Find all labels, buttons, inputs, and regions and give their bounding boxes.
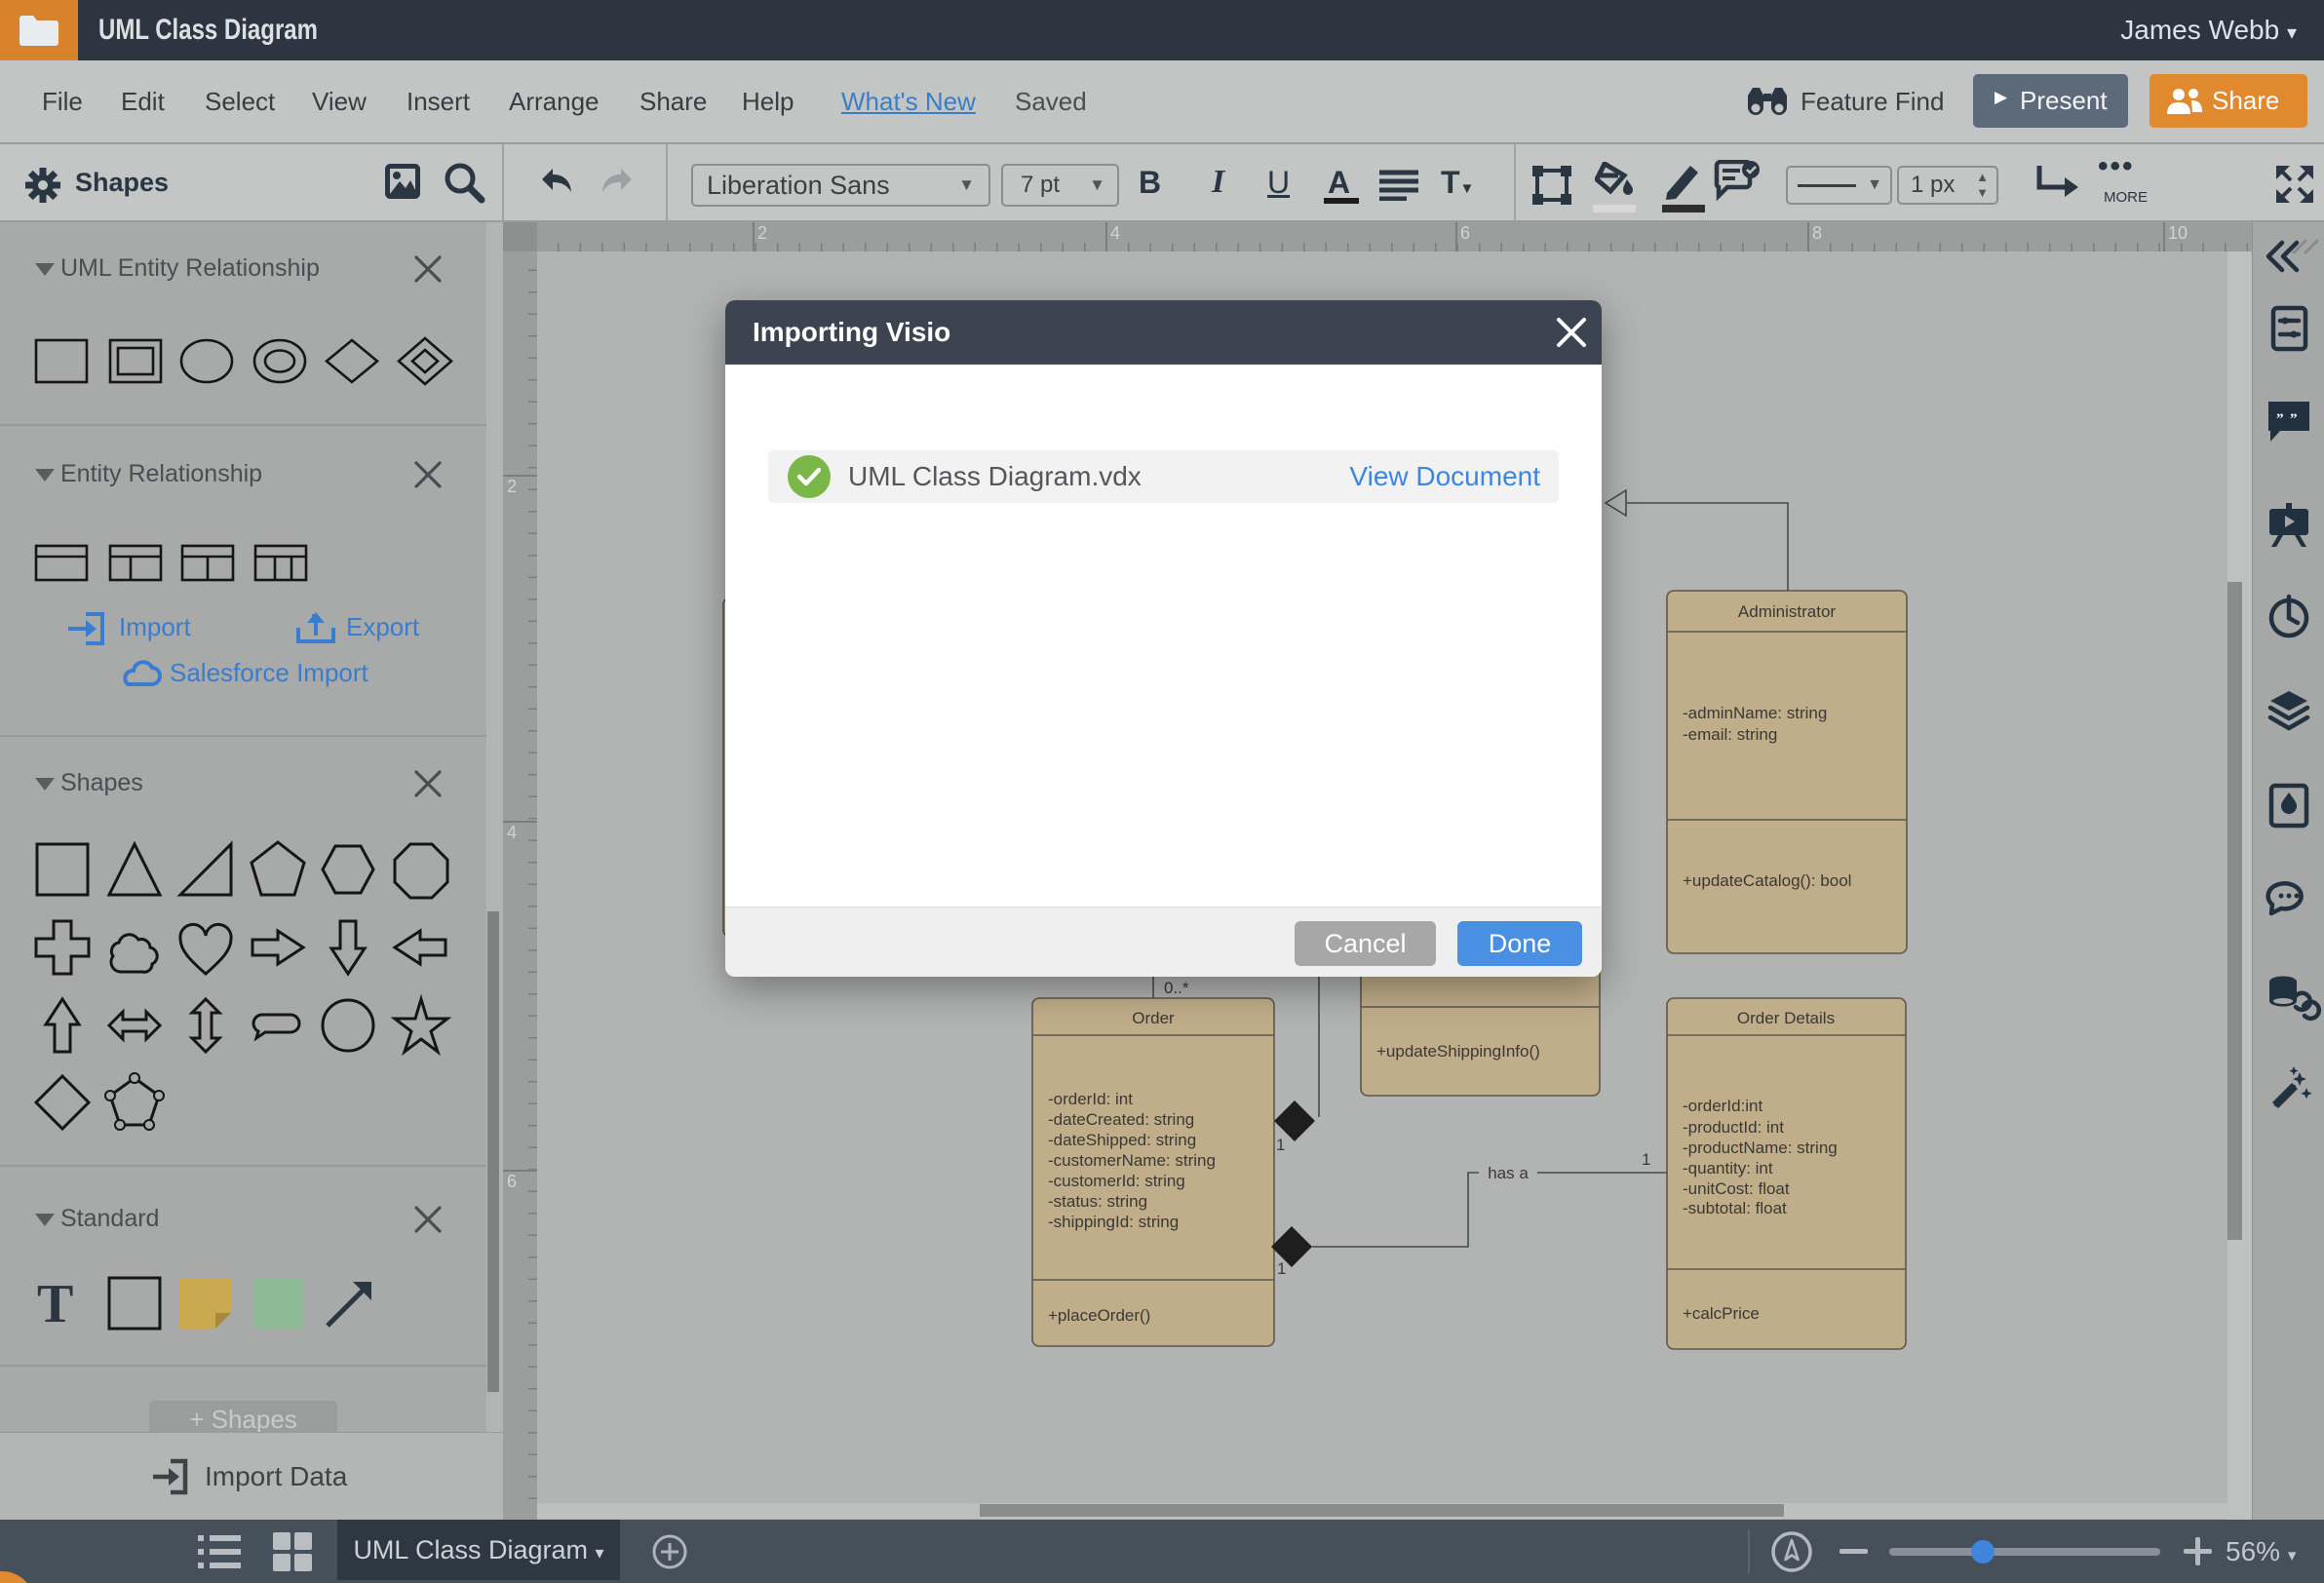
svg-text:Order Details: Order Details bbox=[1737, 1009, 1835, 1027]
svg-text:-dateShipped: string: -dateShipped: string bbox=[1048, 1131, 1196, 1149]
svg-text:-shippingId: string: -shippingId: string bbox=[1048, 1213, 1179, 1231]
svg-text:-orderId: int: -orderId: int bbox=[1048, 1090, 1133, 1108]
svg-text:-email: string: -email: string bbox=[1683, 725, 1777, 744]
svg-text:0..*: 0..* bbox=[1164, 979, 1189, 997]
svg-text:”: ” bbox=[2290, 411, 2298, 427]
svg-text:1: 1 bbox=[1277, 1259, 1286, 1278]
svg-text:-productId: int: -productId: int bbox=[1683, 1118, 1784, 1137]
svg-text:Administrator: Administrator bbox=[1738, 602, 1836, 621]
svg-text:has a: has a bbox=[1488, 1164, 1529, 1182]
svg-text:-productName: string: -productName: string bbox=[1683, 1139, 1838, 1157]
svg-text:-quantity: int: -quantity: int bbox=[1683, 1159, 1773, 1178]
svg-text:1: 1 bbox=[1642, 1150, 1650, 1169]
svg-text:+updateShippingInfo(): +updateShippingInfo() bbox=[1376, 1042, 1540, 1061]
svg-text:Order: Order bbox=[1132, 1009, 1175, 1027]
svg-text:+updateCatalog(): bool: +updateCatalog(): bool bbox=[1683, 871, 1851, 890]
svg-text:1: 1 bbox=[1276, 1136, 1285, 1154]
svg-text:-subtotal: float: -subtotal: float bbox=[1683, 1199, 1787, 1217]
svg-text:-customerName: string: -customerName: string bbox=[1048, 1151, 1216, 1170]
svg-text:-dateCreated: string: -dateCreated: string bbox=[1048, 1110, 1194, 1129]
svg-text:+calcPrice: +calcPrice bbox=[1683, 1304, 1760, 1323]
svg-text:-unitCost: float: -unitCost: float bbox=[1683, 1179, 1790, 1198]
svg-text:-status: string: -status: string bbox=[1048, 1192, 1147, 1211]
svg-text:-customerId: string: -customerId: string bbox=[1048, 1172, 1185, 1190]
svg-text:-orderId:int: -orderId:int bbox=[1683, 1097, 1762, 1115]
svg-text:+placeOrder(): +placeOrder() bbox=[1048, 1306, 1150, 1325]
svg-text:-adminName: string: -adminName: string bbox=[1683, 704, 1827, 722]
svg-text:”: ” bbox=[2276, 411, 2284, 427]
